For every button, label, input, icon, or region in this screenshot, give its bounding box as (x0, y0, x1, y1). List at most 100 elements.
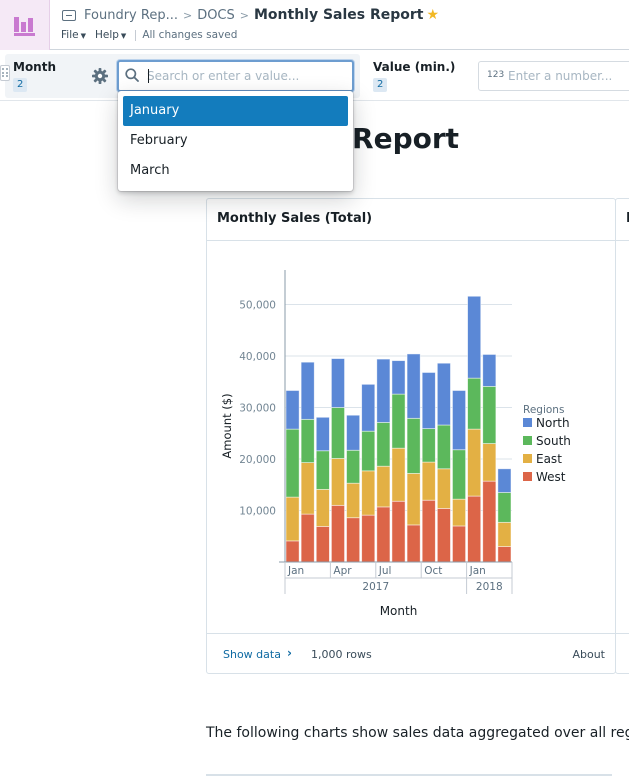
value-filter-count: 2 (373, 78, 388, 92)
breadcrumb-separator-icon: > (239, 8, 249, 22)
file-menu-label: File (61, 29, 79, 41)
option-february[interactable]: February (123, 126, 348, 156)
bar-segment-west (467, 495, 482, 563)
bar-segment-north (482, 354, 497, 387)
bar-segment-north (285, 390, 300, 430)
x-year-label: 2018 (476, 581, 503, 593)
bar-segment-north (391, 360, 406, 395)
bar-segment-west (331, 504, 345, 563)
month-filter-label: Month (13, 60, 57, 74)
y-tick-label: 50,000 (239, 300, 276, 312)
bar-segment-west (406, 524, 421, 563)
bar-segment-south (346, 449, 361, 484)
bar-segment-south (300, 418, 315, 464)
breadcrumb-docs[interactable]: DOCS (197, 8, 235, 23)
bar-segment-west (421, 499, 436, 563)
bar-segment-south (452, 449, 466, 500)
gear-icon[interactable] (91, 67, 109, 85)
bar-segment-east (300, 462, 315, 515)
month-filter-count: 2 (13, 78, 28, 92)
bar-segment-north (346, 414, 361, 451)
bar-segment-west (482, 480, 497, 563)
bar-segment-east (331, 458, 345, 506)
bar-segment-north (376, 358, 391, 423)
x-axis-label: Month (380, 604, 418, 618)
legend-label-east: East (536, 452, 562, 466)
star-icon[interactable]: ★ (427, 7, 440, 23)
bar-segment-east (436, 468, 451, 509)
bar-segment-east (482, 443, 497, 482)
caret-down-icon: ▼ (80, 32, 86, 40)
chevron-right-icon[interactable]: › (287, 646, 292, 660)
bar-segment-east (346, 482, 361, 519)
y-tick-label: 20,000 (239, 454, 276, 466)
bar-segment-north (300, 361, 315, 420)
bar-segment-north (497, 468, 512, 493)
value-min-input[interactable] (508, 67, 629, 85)
bar-segment-south (315, 450, 330, 490)
y-axis-label: Amount ($) (220, 393, 234, 458)
second-chart-card-footer (616, 633, 629, 634)
show-data-link[interactable]: Show data (223, 648, 281, 661)
help-menu-label: Help (94, 29, 119, 41)
drag-handle-icon[interactable] (0, 65, 10, 81)
bar-segment-south (391, 393, 406, 449)
stacked-bar-chart: 10,000 20,000 30,000 40,000 50,000 Amount ($)… (220, 270, 571, 618)
bar-segment-east (376, 465, 391, 508)
bar-segment-east (285, 496, 300, 542)
x-tick-label: Oct (424, 565, 442, 577)
legend-swatch-north (523, 418, 532, 427)
bar-segment-west (436, 508, 451, 563)
month-dropdown-menu: January February March (118, 91, 353, 191)
y-tick-label: 30,000 (239, 403, 276, 415)
option-january[interactable]: January (123, 96, 348, 126)
bar-segment-west (361, 514, 376, 563)
document-title[interactable]: Monthly Sales Report (254, 7, 424, 23)
row-count: 1,000 rows (311, 648, 372, 661)
legend-label-north: North (536, 416, 570, 430)
breadcrumb-project[interactable]: Foundry Rep... (84, 8, 178, 23)
bar-segment-east (315, 488, 330, 527)
text-cursor (148, 69, 149, 83)
bar-segment-south (285, 428, 300, 498)
option-march[interactable]: March (123, 156, 348, 186)
bar-segment-west (391, 500, 406, 563)
bar-chart-icon[interactable] (0, 0, 50, 50)
y-tick-label: 10,000 (239, 506, 276, 518)
second-chart-card-title: M (616, 199, 629, 241)
file-menu[interactable]: File ▼ (61, 29, 86, 41)
bar-segment-north (331, 358, 345, 408)
chart-card-title: Monthly Sales (Total) (207, 199, 615, 241)
bar-segment-east (452, 498, 466, 527)
x-tick-label: Apr (333, 565, 352, 577)
number-type-icon: 123 (487, 70, 505, 80)
bar-segment-west (497, 546, 512, 563)
legend-swatch-west (523, 472, 532, 481)
menu-bar: File ▼ Help ▼ All changes saved (61, 29, 237, 41)
about-link[interactable]: About (572, 648, 605, 661)
search-icon (125, 68, 139, 82)
bar-segment-north (467, 295, 482, 379)
bar-segment-south (497, 492, 512, 523)
bar-segment-north (452, 390, 466, 451)
folder-icon (62, 9, 76, 21)
save-status: All changes saved (142, 29, 238, 41)
breadcrumb-separator-icon: > (182, 8, 193, 22)
value-min-field[interactable]: 123 (478, 61, 629, 91)
divider (135, 29, 137, 41)
month-search-input[interactable] (147, 66, 347, 86)
help-menu[interactable]: Help ▼ (95, 29, 126, 41)
y-tick-label: 40,000 (239, 351, 276, 363)
bar-segment-north (361, 383, 376, 432)
second-chart-card: M (615, 198, 629, 674)
month-search-field[interactable] (117, 60, 354, 92)
section-divider (206, 774, 612, 776)
bar-segment-north (315, 416, 330, 452)
bar-segment-east (467, 428, 482, 497)
breadcrumb: Foundry Rep... > DOCS > Monthly Sales Re… (62, 7, 439, 23)
legend-label-west: West (536, 470, 566, 484)
bar-segment-west (452, 525, 466, 563)
bar-segment-north (436, 362, 451, 426)
bar-segment-east (421, 461, 436, 501)
bar-segment-west (346, 517, 361, 563)
